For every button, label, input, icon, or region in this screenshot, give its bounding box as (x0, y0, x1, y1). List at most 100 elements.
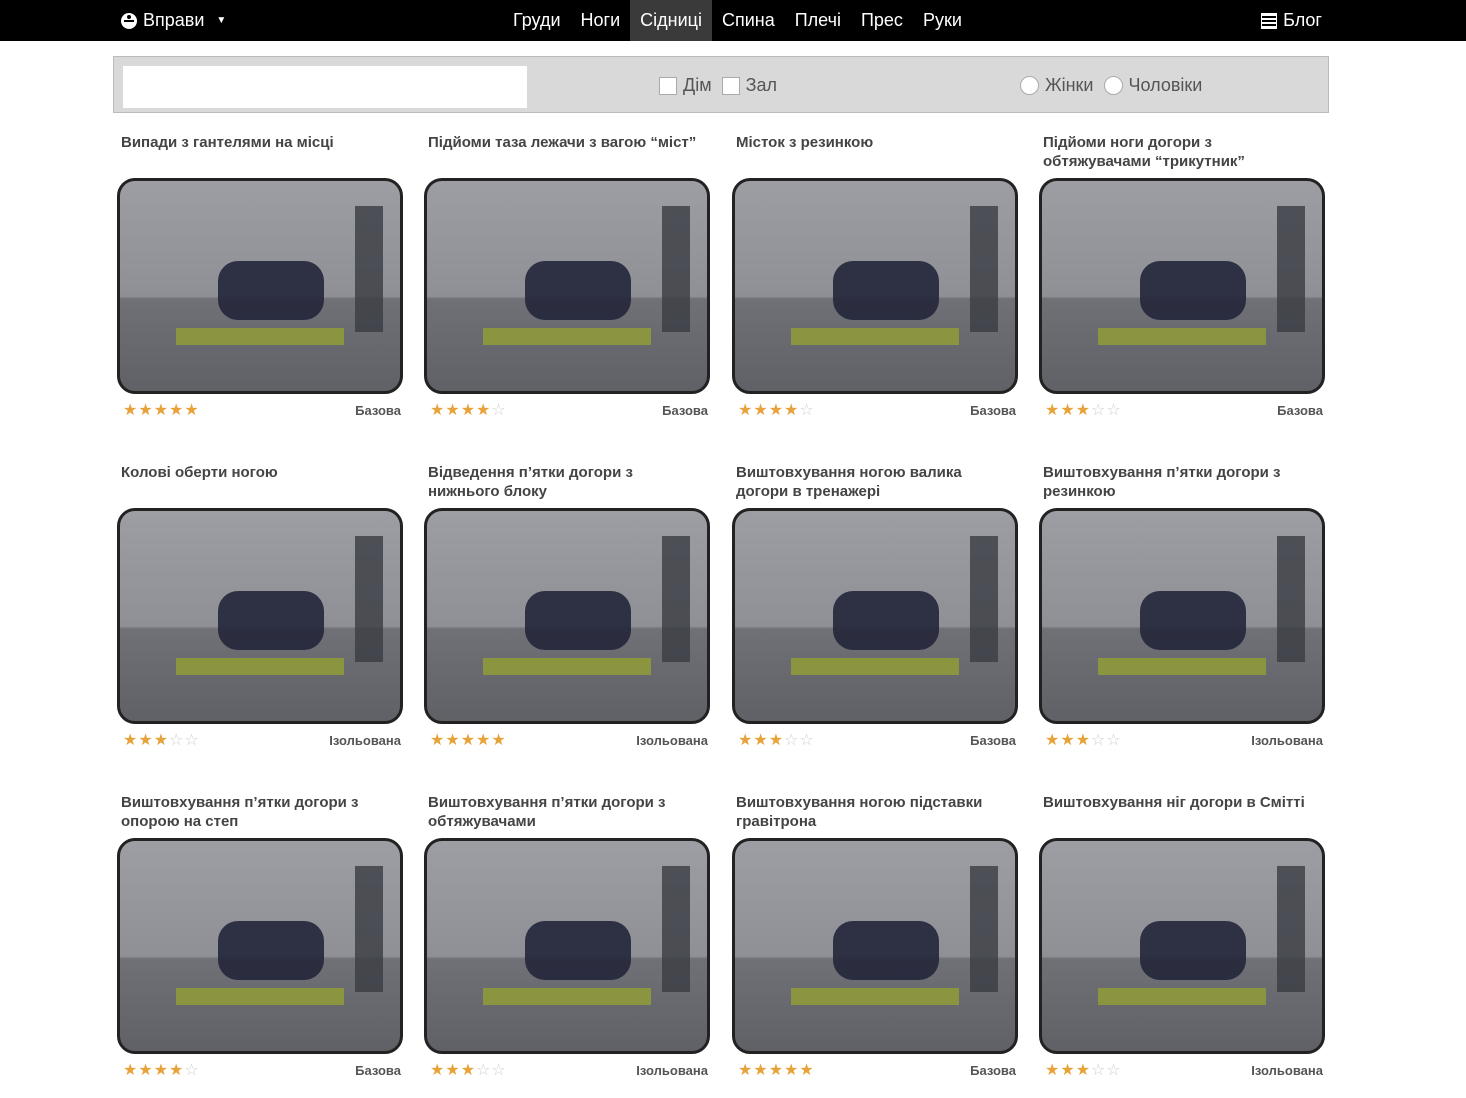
exercise-title[interactable]: Підйоми ноги догори з обтяжувачами “трик… (1043, 133, 1323, 171)
search-input[interactable] (123, 66, 527, 108)
star-filled-icon: ★ (753, 1062, 768, 1079)
tab-chest[interactable]: Груди (503, 0, 571, 41)
thumbnail-equip (970, 206, 999, 333)
exercise-title[interactable]: Виштовхування п’ятки догори з обтяжувача… (428, 793, 708, 831)
star-empty-icon: ☆ (476, 1062, 491, 1079)
tab-shoulders[interactable]: Плечі (785, 0, 851, 41)
thumbnail-equip (1277, 536, 1306, 663)
star-filled-icon: ★ (1045, 1062, 1060, 1079)
star-filled-icon: ★ (445, 732, 460, 749)
thumbnail-mat (1098, 658, 1266, 675)
exercise-thumbnail[interactable] (424, 508, 710, 724)
star-empty-icon: ☆ (184, 732, 199, 749)
category-tabs: Груди Ноги Сідниці Спина Плечі Прес Руки (503, 0, 972, 41)
exercise-title[interactable]: Колові оберти ногою (121, 463, 401, 482)
star-filled-icon: ★ (1075, 402, 1091, 419)
exercise-thumbnail[interactable] (1039, 178, 1325, 394)
star-filled-icon: ★ (738, 402, 753, 419)
thumbnail-equip (355, 536, 384, 663)
filter-bar: Дім Зал Жінки Чоловіки (113, 56, 1329, 113)
star-empty-icon: ☆ (169, 732, 184, 749)
rating-stars: ★ ★ ★ ☆ ☆ (1045, 403, 1121, 419)
exercise-thumbnail[interactable] (1039, 838, 1325, 1054)
star-empty-icon: ☆ (491, 402, 506, 419)
exercise-title[interactable]: Відведення п’ятки догори з нижнього блок… (428, 463, 708, 501)
tab-glutes[interactable]: Сідниці (630, 0, 712, 41)
exercise-type: Ізольована (1251, 733, 1323, 748)
exercise-thumbnail[interactable] (424, 838, 710, 1054)
thumbnail-figure (525, 590, 632, 650)
star-empty-icon: ☆ (784, 732, 799, 749)
exercise-title[interactable]: Виштовхування ногою валика догори в трен… (736, 463, 1016, 501)
exercise-thumbnail[interactable] (117, 838, 403, 1054)
star-filled-icon: ★ (1060, 1062, 1075, 1079)
thumbnail-mat (176, 988, 344, 1005)
thumbnail-figure (1140, 260, 1247, 320)
thumbnail-mat (176, 658, 344, 675)
exercise-title[interactable]: Випади з гантелями на місці (121, 133, 401, 152)
rating-stars: ★ ★ ★ ★ ★ (430, 733, 506, 749)
exercise-thumbnail[interactable] (732, 838, 1018, 1054)
rating-stars: ★ ★ ★ ★ ☆ (123, 1063, 199, 1079)
exercise-thumbnail[interactable] (117, 508, 403, 724)
star-filled-icon: ★ (1060, 402, 1075, 419)
exercise-thumbnail[interactable] (732, 178, 1018, 394)
thumbnail-equip (662, 536, 691, 663)
tab-abs[interactable]: Прес (851, 0, 913, 41)
thumbnail-figure (833, 260, 940, 320)
exercise-thumbnail[interactable] (732, 508, 1018, 724)
star-empty-icon: ☆ (1091, 402, 1106, 419)
star-filled-icon: ★ (460, 402, 476, 419)
rating-stars: ★ ★ ★ ☆ ☆ (123, 733, 199, 749)
star-empty-icon: ☆ (1091, 732, 1106, 749)
women-radio[interactable] (1020, 76, 1039, 95)
thumbnail-equip (662, 206, 691, 333)
star-filled-icon: ★ (1075, 1062, 1091, 1079)
exercise-title[interactable]: Місток з резинкою (736, 133, 1016, 152)
exercises-menu[interactable]: Вправи ▼ (121, 0, 226, 41)
rating-stars: ★ ★ ★ ☆ ☆ (1045, 733, 1121, 749)
exercise-title[interactable]: Виштовхування ніг догори в Смітті (1043, 793, 1323, 812)
exercise-type: Ізольована (329, 733, 401, 748)
star-filled-icon: ★ (430, 732, 445, 749)
star-empty-icon: ☆ (799, 402, 814, 419)
exercise-title[interactable]: Виштовхування п’ятки догори з резинкою (1043, 463, 1323, 501)
exercise-title[interactable]: Виштовхування п’ятки догори з опорою на … (121, 793, 401, 831)
star-empty-icon: ☆ (1106, 732, 1121, 749)
exercise-type: Базова (355, 1063, 401, 1078)
thumbnail-equip (1277, 206, 1306, 333)
thumbnail-figure (833, 590, 940, 650)
women-radio-label: Жінки (1045, 75, 1094, 95)
exercise-thumbnail[interactable] (424, 178, 710, 394)
rating-stars: ★ ★ ★ ★ ☆ (738, 403, 814, 419)
star-filled-icon: ★ (476, 732, 491, 749)
gym-checkbox[interactable] (721, 76, 740, 95)
list-icon (1261, 12, 1278, 29)
thumbnail-mat (483, 328, 651, 345)
exercise-thumbnail[interactable] (117, 178, 403, 394)
star-filled-icon: ★ (430, 402, 445, 419)
rating-stars: ★ ★ ★ ★ ★ (738, 1063, 814, 1079)
men-radio[interactable] (1103, 76, 1123, 95)
exercise-title[interactable]: Виштовхування ногою підставки гравітрона (736, 793, 1016, 831)
star-filled-icon: ★ (738, 732, 753, 749)
tab-legs[interactable]: Ноги (571, 0, 631, 41)
tab-back[interactable]: Спина (712, 0, 785, 41)
thumbnail-mat (791, 658, 959, 675)
star-filled-icon: ★ (784, 402, 799, 419)
tab-arms[interactable]: Руки (913, 0, 972, 41)
star-filled-icon: ★ (153, 1062, 169, 1079)
star-filled-icon: ★ (1075, 732, 1091, 749)
home-checkbox[interactable] (659, 76, 677, 95)
exercise-thumbnail[interactable] (1039, 508, 1325, 724)
exercise-type: Базова (970, 733, 1016, 748)
caret-down-icon: ▼ (216, 15, 227, 26)
exercise-title[interactable]: Підйоми таза лежачи з вагою “міст” (428, 133, 708, 152)
thumbnail-figure (218, 260, 325, 320)
star-filled-icon: ★ (153, 732, 169, 749)
exercise-type: Базова (662, 403, 708, 418)
blog-link[interactable]: Блог (1261, 0, 1322, 41)
thumbnail-equip (970, 536, 999, 663)
star-filled-icon: ★ (738, 1062, 753, 1079)
star-empty-icon: ☆ (799, 732, 814, 749)
